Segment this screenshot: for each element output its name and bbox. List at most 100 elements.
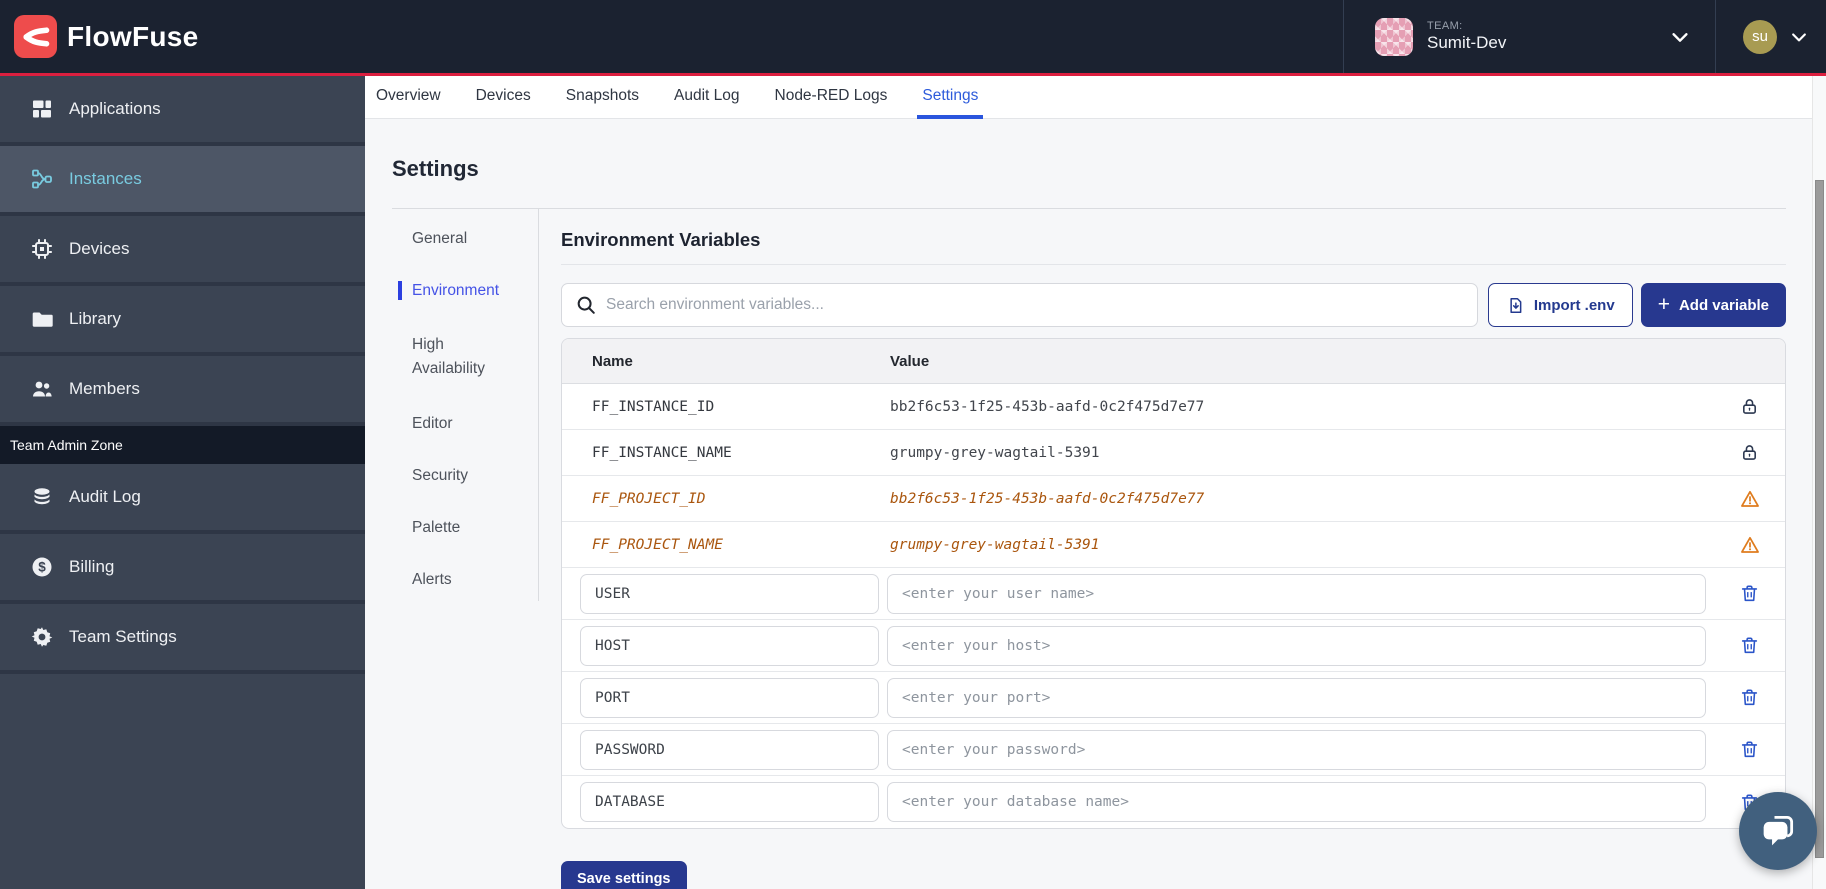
tab-node-red-logs[interactable]: Node-RED Logs [770,76,893,119]
env-value-input[interactable] [887,574,1706,614]
env-value-input[interactable] [887,678,1706,718]
save-settings-button[interactable]: Save settings [561,861,687,889]
env-var-name: FF_PROJECT_NAME [562,537,887,553]
env-var-value: grumpy-grey-wagtail-5391 [887,445,1714,461]
header-accent-line [0,73,1826,76]
subnav-item-palette[interactable]: Palette [398,518,516,537]
sidebar-item-label: Billing [69,557,114,577]
env-name-input[interactable] [580,782,879,822]
subnav-item-high-availability[interactable]: High Availability [398,333,516,381]
chat-widget-button[interactable] [1739,792,1817,870]
env-var-name: FF_INSTANCE_NAME [562,445,887,461]
settings-subnav: General Environment High Availability Ed… [392,209,539,601]
sidebar-item-audit-log[interactable]: Audit Log [0,464,365,534]
import-file-icon [1506,296,1525,315]
sidebar-item-instances[interactable]: Instances [0,146,365,216]
team-admin-zone-label: Team Admin Zone [0,426,365,464]
sidebar-item-label: Library [69,309,121,329]
page-title: Settings [392,153,1786,185]
warning-icon [1739,534,1761,556]
scrollbar-thumb[interactable] [1815,180,1824,858]
users-icon [30,377,54,401]
lock-icon [1739,396,1760,417]
table-row-deprecated: FF_PROJECT_ID bb2f6c53-1f25-453b-aafd-0c… [562,476,1785,522]
applications-icon [30,97,54,121]
trash-icon[interactable] [1739,635,1760,656]
table-row-editable [562,568,1785,620]
add-variable-button[interactable]: + Add variable [1641,283,1786,327]
tab-devices[interactable]: Devices [471,76,536,119]
import-env-label: Import .env [1534,297,1615,314]
env-name-input[interactable] [580,626,879,666]
team-avatar [1375,18,1413,56]
subnav-item-general[interactable]: General [398,229,516,248]
page-scrollbar [1812,76,1826,889]
column-header-name: Name [562,353,887,370]
env-name-input[interactable] [580,730,879,770]
table-row-editable [562,776,1785,828]
add-variable-label: Add variable [1679,297,1769,314]
environment-section: Environment Variables [539,209,1786,889]
tab-overview[interactable]: Overview [371,76,446,119]
gear-icon [30,625,54,649]
lock-icon [1739,442,1760,463]
trash-icon[interactable] [1739,739,1760,760]
divider [561,264,1786,265]
cpu-chip-icon [30,237,54,261]
trash-icon[interactable] [1739,687,1760,708]
env-name-input[interactable] [580,574,879,614]
env-var-value: grumpy-grey-wagtail-5391 [887,537,1714,553]
sidebar-item-label: Audit Log [69,487,141,507]
svg-text:$: $ [38,560,46,575]
warning-icon [1739,488,1761,510]
team-name: Sumit-Dev [1427,33,1506,53]
env-name-input[interactable] [580,678,879,718]
user-avatar: su [1743,20,1777,54]
sidebar-item-devices[interactable]: Devices [0,216,365,286]
team-label: TEAM: [1427,20,1506,33]
dollar-icon: $ [30,555,54,579]
env-value-input[interactable] [887,626,1706,666]
chevron-down-icon [1669,26,1691,48]
section-heading: Environment Variables [561,228,1786,252]
table-row-editable [562,672,1785,724]
tab-snapshots[interactable]: Snapshots [561,76,644,119]
brand-name: FlowFuse [67,21,199,53]
sidebar-item-label: Devices [69,239,129,259]
trash-icon[interactable] [1739,583,1760,604]
team-selector[interactable]: TEAM: Sumit-Dev [1344,0,1715,73]
sidebar-item-applications[interactable]: Applications [0,76,365,146]
env-toolbar: Import .env + Add variable [561,283,1786,327]
import-env-button[interactable]: Import .env [1488,283,1633,327]
instance-tabbar: Overview Devices Snapshots Audit Log Nod… [365,76,1826,119]
sidebar-item-team-settings[interactable]: Team Settings [0,604,365,674]
subnav-item-security[interactable]: Security [398,466,516,485]
flowfuse-logo[interactable]: FlowFuse [14,15,199,58]
sidebar-item-members[interactable]: Members [0,356,365,426]
env-value-input[interactable] [887,782,1706,822]
flowfuse-logo-icon [14,15,57,58]
sidebar-item-billing[interactable]: $ Billing [0,534,365,604]
subnav-item-alerts[interactable]: Alerts [398,570,516,589]
flowfuse-app: FlowFuse TEAM: Sumit-Dev su [0,0,1826,889]
env-value-input[interactable] [887,730,1706,770]
table-header: Name Value [562,339,1785,384]
tab-audit-log[interactable]: Audit Log [669,76,745,119]
subnav-item-editor[interactable]: Editor [398,414,516,433]
user-menu[interactable]: su [1716,0,1826,73]
search-icon [575,294,597,316]
sidebar-item-label: Team Settings [69,627,177,647]
env-var-name: FF_PROJECT_ID [562,491,887,507]
env-var-value: bb2f6c53-1f25-453b-aafd-0c2f475d7e77 [887,399,1714,415]
fork-icon [21,22,51,52]
table-row-deprecated: FF_PROJECT_NAME grumpy-grey-wagtail-5391 [562,522,1785,568]
sidebar-item-label: Applications [69,99,161,119]
env-var-value: bb2f6c53-1f25-453b-aafd-0c2f475d7e77 [887,491,1714,507]
column-header-value: Value [887,353,1714,370]
search-input[interactable] [561,283,1478,327]
table-row-editable [562,620,1785,672]
table-row: FF_INSTANCE_NAME grumpy-grey-wagtail-539… [562,430,1785,476]
subnav-item-environment[interactable]: Environment [398,281,516,300]
tab-settings[interactable]: Settings [917,76,983,119]
sidebar-item-library[interactable]: Library [0,286,365,356]
